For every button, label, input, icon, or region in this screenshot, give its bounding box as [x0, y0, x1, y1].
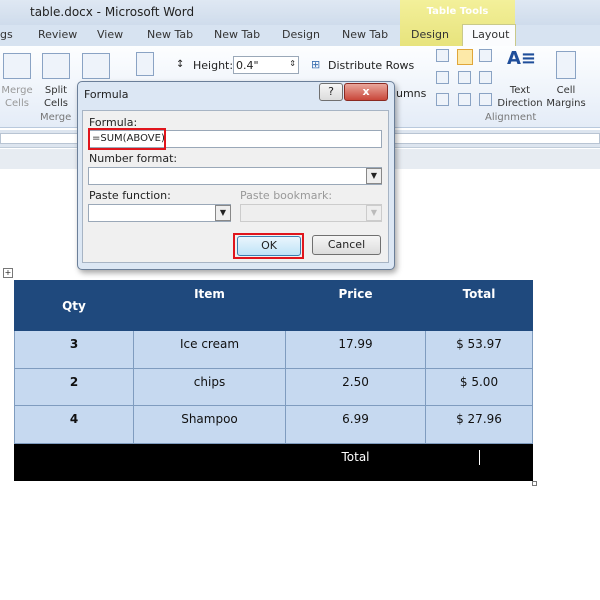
cell-qty[interactable]: 3	[14, 330, 134, 369]
tab-table-design[interactable]: Design	[411, 28, 449, 41]
distribute-rows-icon: ⊞	[311, 58, 321, 71]
cell-item[interactable]: chips	[133, 367, 286, 406]
height-value: 0.4"	[236, 59, 259, 72]
paste-function-label: Paste function:	[89, 189, 171, 202]
text-direction-button[interactable]: Text Direction	[496, 84, 544, 110]
row-height-icon: ↕	[176, 59, 185, 70]
tab-partial[interactable]: gs	[0, 28, 13, 41]
header-item[interactable]: Item	[133, 280, 286, 331]
autofit-icon	[136, 52, 154, 76]
paste-bookmark-select	[240, 204, 382, 222]
cell-total[interactable]: $ 53.97	[425, 330, 533, 369]
table-tools-label: Table Tools	[426, 6, 489, 17]
table-total-row: Total	[14, 442, 533, 481]
align-center-left-icon[interactable]	[436, 71, 449, 84]
text-cursor	[478, 449, 480, 465]
tab-new-tab[interactable]: New Tab	[214, 28, 260, 41]
chevron-down-icon: ▼	[366, 205, 382, 221]
cell-empty[interactable]	[133, 442, 286, 481]
formula-highlight	[88, 128, 166, 150]
table-row: 2 chips 2.50 $ 5.00	[14, 367, 533, 406]
data-table: Qty Item Price Total 3 Ice cream 17.99 $ 53…	[14, 280, 533, 481]
align-center-right-icon[interactable]	[479, 71, 492, 84]
align-center-icon[interactable]	[458, 71, 471, 84]
align-top-left-icon[interactable]	[436, 49, 449, 62]
cell-empty[interactable]	[14, 442, 134, 481]
split-table-icon	[82, 53, 110, 79]
help-button[interactable]: ?	[319, 83, 343, 101]
cell-price[interactable]: 2.50	[285, 367, 426, 406]
split-cells-icon	[42, 53, 70, 79]
merge-cells-button[interactable]: Merge Cells	[0, 84, 34, 110]
number-format-label: Number format:	[89, 152, 178, 165]
header-total[interactable]: Total	[425, 280, 533, 331]
header-price[interactable]: Price	[285, 280, 426, 331]
cell-item[interactable]: Shampoo	[133, 405, 286, 444]
cell-item[interactable]: Ice cream	[133, 330, 286, 369]
tab-review[interactable]: Review	[38, 28, 77, 41]
table-header-row: Qty Item Price Total	[14, 280, 533, 331]
merge-group-label: Merge	[40, 112, 72, 123]
alignment-group-label: Alignment	[485, 112, 537, 123]
table-resize-handle[interactable]	[532, 481, 537, 486]
window-title: table.docx - Microsoft Word	[30, 5, 195, 19]
paste-function-select[interactable]	[88, 204, 231, 222]
height-input[interactable]: 0.4" ⇕	[233, 56, 299, 74]
text-direction-icon: A≡	[507, 48, 537, 69]
table-row: 4 Shampoo 6.99 $ 27.96	[14, 405, 533, 444]
total-label[interactable]: Total	[285, 442, 426, 481]
close-button[interactable]: x	[344, 83, 388, 101]
table-row: 3 Ice cream 17.99 $ 53.97	[14, 330, 533, 369]
cell-qty[interactable]: 4	[14, 405, 134, 444]
distribute-rows-button[interactable]: Distribute Rows	[328, 59, 414, 72]
ok-highlight	[233, 233, 304, 259]
merge-cells-icon	[3, 53, 31, 79]
cell-margins-button[interactable]: Cell Margins	[544, 84, 588, 110]
tab-new-tab[interactable]: New Tab	[342, 28, 388, 41]
chevron-down-icon[interactable]: ▼	[215, 205, 231, 221]
paste-bookmark-label: Paste bookmark:	[240, 189, 333, 202]
align-top-right-icon[interactable]	[479, 49, 492, 62]
height-label: Height:	[193, 59, 234, 72]
split-cells-button[interactable]: Split Cells	[38, 84, 74, 110]
cell-qty[interactable]: 2	[14, 367, 134, 406]
align-bottom-left-icon[interactable]	[436, 93, 449, 106]
cell-margins-icon	[556, 51, 576, 79]
cell-price[interactable]: 17.99	[285, 330, 426, 369]
tab-design[interactable]: Design	[282, 28, 320, 41]
cell-total[interactable]: $ 27.96	[425, 405, 533, 444]
cancel-button[interactable]: Cancel	[312, 235, 381, 255]
cell-price[interactable]: 6.99	[285, 405, 426, 444]
number-format-select[interactable]	[88, 167, 382, 185]
align-top-center-icon[interactable]	[457, 49, 473, 65]
tab-view[interactable]: View	[97, 28, 123, 41]
table-move-handle-icon[interactable]: +	[3, 268, 13, 278]
tab-new-tab[interactable]: New Tab	[147, 28, 193, 41]
align-bottom-right-icon[interactable]	[479, 93, 492, 106]
tab-layout[interactable]: Layout	[472, 28, 509, 41]
dialog-title: Formula	[84, 88, 129, 101]
distribute-columns-button[interactable]: umns	[396, 87, 426, 100]
total-cell-active[interactable]	[425, 442, 533, 481]
cell-total[interactable]: $ 5.00	[425, 367, 533, 406]
chevron-down-icon[interactable]: ▼	[366, 168, 382, 184]
spinner-icon[interactable]: ⇕	[289, 59, 296, 68]
header-qty[interactable]: Qty	[14, 280, 134, 331]
align-bottom-center-icon[interactable]	[458, 93, 471, 106]
